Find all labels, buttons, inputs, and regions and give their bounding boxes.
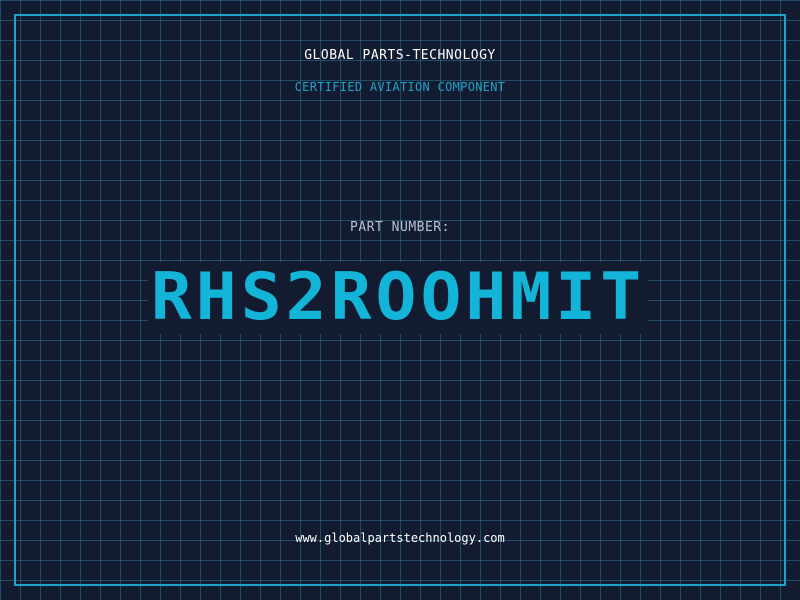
part-number-label: PART NUMBER:	[350, 220, 450, 235]
website-url: www.globalpartstechnology.com	[295, 531, 505, 545]
brand-title: GLOBAL PARTS-TECHNOLOGY	[304, 48, 496, 63]
brand-subtitle: CERTIFIED AVIATION COMPONENT	[294, 80, 506, 94]
part-number-value: RHS2ROOHMIT	[150, 260, 646, 336]
card-canvas: GLOBAL PARTS-TECHNOLOGY CERTIFIED AVIATI…	[0, 0, 800, 600]
part-number-panel: RHS2ROOHMIT	[148, 262, 648, 334]
